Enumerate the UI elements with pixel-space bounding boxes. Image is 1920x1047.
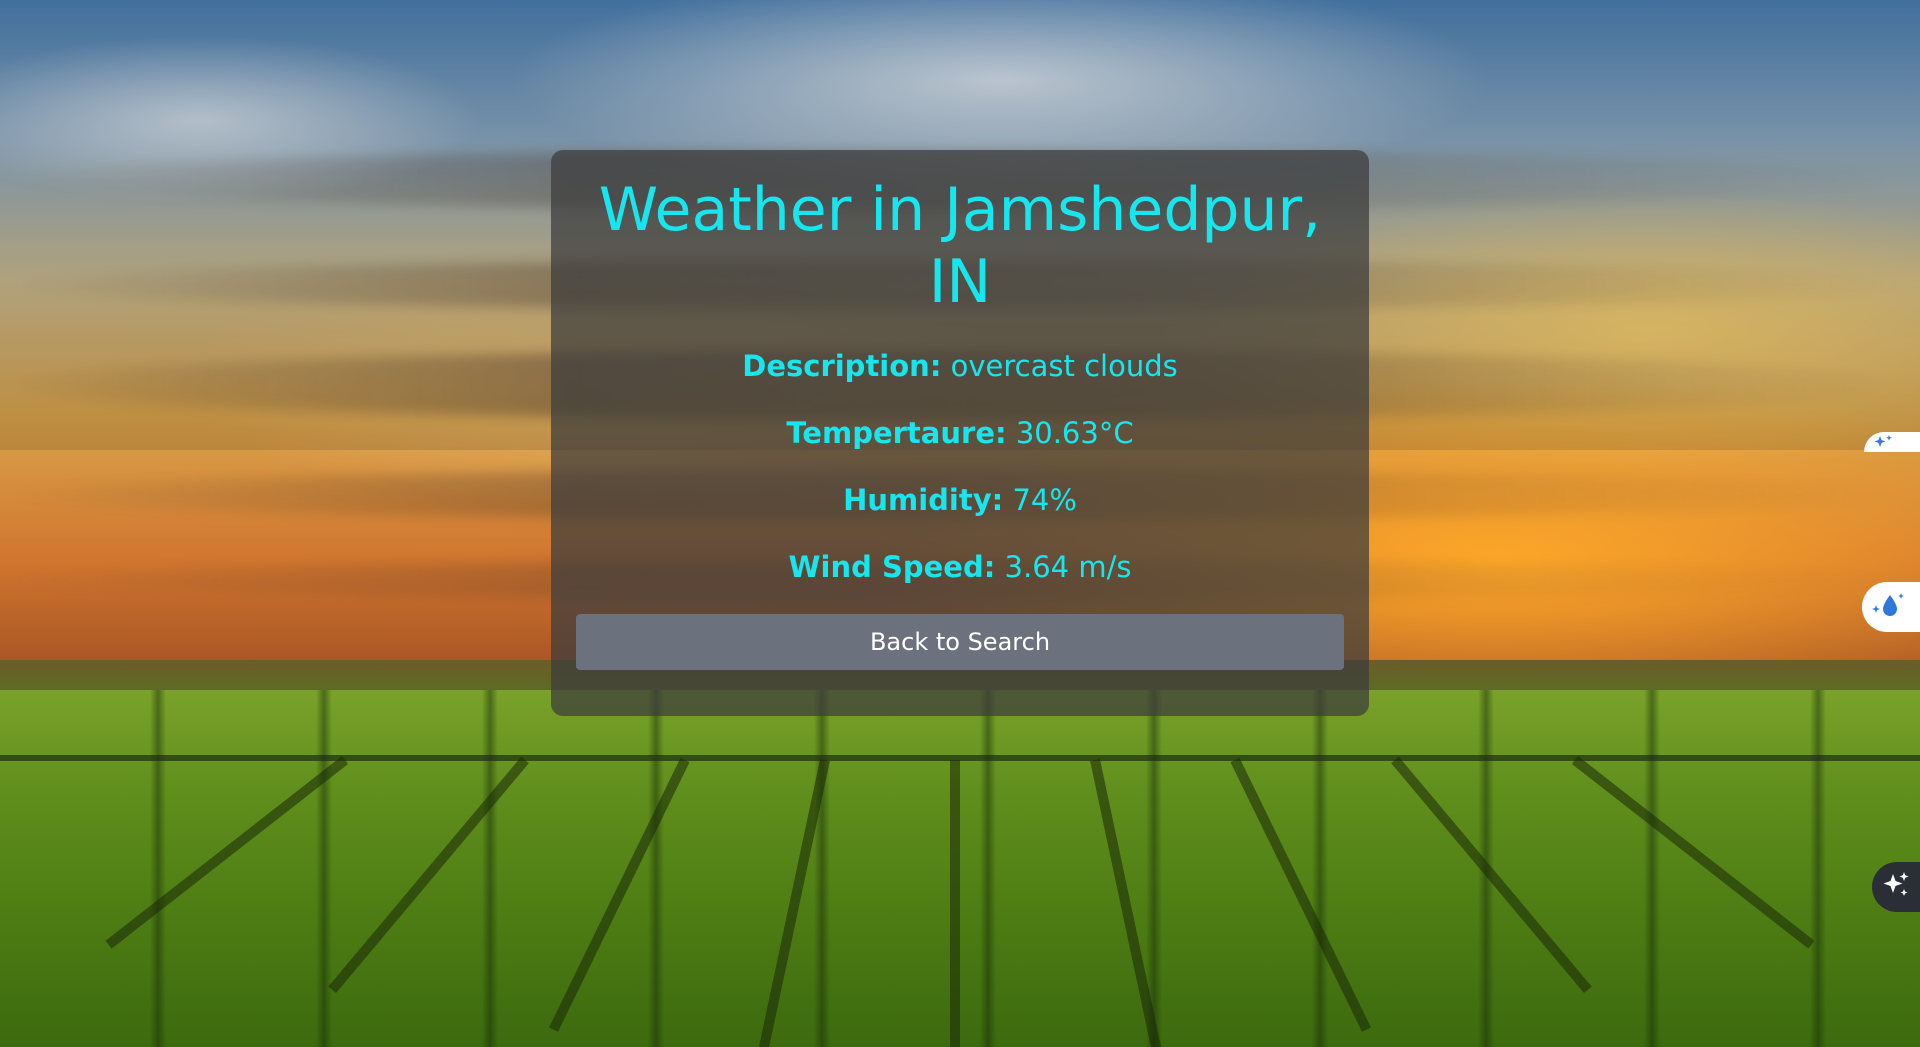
ai-sparkle-icon xyxy=(1880,869,1912,905)
humidity-value: 74% xyxy=(1012,483,1077,517)
description-row: Description: overcast clouds xyxy=(576,346,1344,386)
humidity-row: Humidity: 74% xyxy=(576,480,1344,520)
wind-speed-label: Wind Speed: xyxy=(788,550,996,584)
weather-title: Weather in Jamshedpur, IN xyxy=(598,175,1322,317)
side-widget-ai[interactable] xyxy=(1872,862,1920,912)
description-label: Description: xyxy=(742,349,942,383)
water-drop-sparkle-icon xyxy=(1870,589,1906,625)
wind-speed-row: Wind Speed: 3.64 m/s xyxy=(576,547,1344,587)
temperature-value: 30.63°C xyxy=(1015,416,1134,450)
temperature-row: Tempertaure: 30.63°C xyxy=(576,413,1344,453)
weather-card: Weather in Jamshedpur, IN Description: o… xyxy=(551,150,1369,716)
side-widget-sparkle[interactable] xyxy=(1864,432,1920,452)
crop-field xyxy=(0,690,1920,1047)
field-furrow xyxy=(950,760,960,1047)
side-widget-water[interactable] xyxy=(1862,582,1920,632)
sparkle-icon xyxy=(1872,433,1896,452)
wind-speed-value: 3.64 m/s xyxy=(1004,550,1132,584)
humidity-label: Humidity: xyxy=(843,483,1004,517)
temperature-label: Tempertaure: xyxy=(786,416,1007,450)
field-road xyxy=(0,755,1920,761)
back-to-search-button[interactable]: Back to Search xyxy=(576,614,1344,670)
weather-details: Description: overcast clouds Tempertaure… xyxy=(576,346,1344,587)
description-value: overcast clouds xyxy=(950,349,1178,383)
